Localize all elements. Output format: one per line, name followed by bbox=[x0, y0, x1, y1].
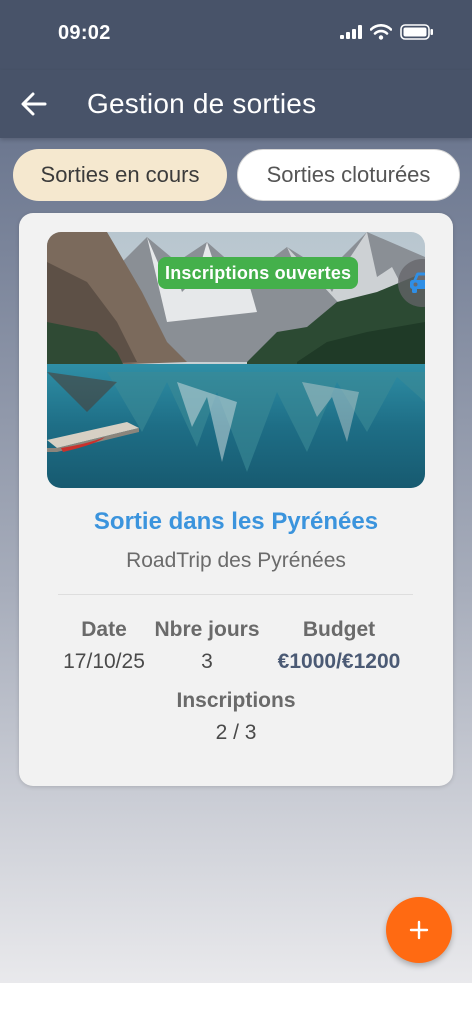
battery-icon bbox=[400, 24, 433, 40]
status-badge: Inscriptions ouvertes bbox=[158, 257, 359, 289]
app-bar: Gestion de sorties bbox=[0, 70, 472, 138]
budget-label: Budget bbox=[302, 618, 376, 641]
registrations-value: 2 / 3 bbox=[215, 721, 257, 744]
app-screen: 09:02 Gestion de sorties Sorties en cour… bbox=[0, 0, 472, 983]
bottom-area bbox=[0, 983, 472, 1024]
signal-icon bbox=[340, 25, 362, 39]
days-value: 3 bbox=[201, 650, 213, 673]
date-label: Date bbox=[81, 618, 127, 641]
back-button[interactable] bbox=[18, 88, 50, 120]
page-title: Gestion de sorties bbox=[87, 88, 317, 119]
car-icon bbox=[410, 272, 425, 293]
status-icons bbox=[340, 24, 434, 40]
card-divider bbox=[58, 594, 413, 595]
budget-value: €1000/€1200 bbox=[277, 650, 401, 673]
plus-icon bbox=[409, 920, 429, 940]
outing-subtitle: RoadTrip des Pyrénées bbox=[126, 549, 346, 572]
date-value: 17/10/25 bbox=[63, 650, 145, 673]
status-bar: 09:02 bbox=[0, 0, 472, 70]
arrow-left-icon bbox=[21, 92, 47, 116]
wifi-icon bbox=[370, 24, 392, 40]
add-outing-button[interactable] bbox=[386, 897, 452, 963]
days-label: Nbre jours bbox=[154, 618, 260, 641]
status-time: 09:02 bbox=[58, 22, 111, 44]
outing-title: Sortie dans les Pyrénées bbox=[93, 508, 379, 535]
tab-sorties-en-cours[interactable]: Sorties en cours bbox=[13, 149, 227, 201]
tab-sorties-cloturees[interactable]: Sorties cloturées bbox=[237, 149, 460, 201]
outing-card[interactable]: Inscriptions ouvertes Sortie dans les Py… bbox=[19, 213, 453, 786]
registrations-label: Inscriptions bbox=[176, 689, 296, 712]
outing-image: Inscriptions ouvertes bbox=[47, 232, 425, 488]
